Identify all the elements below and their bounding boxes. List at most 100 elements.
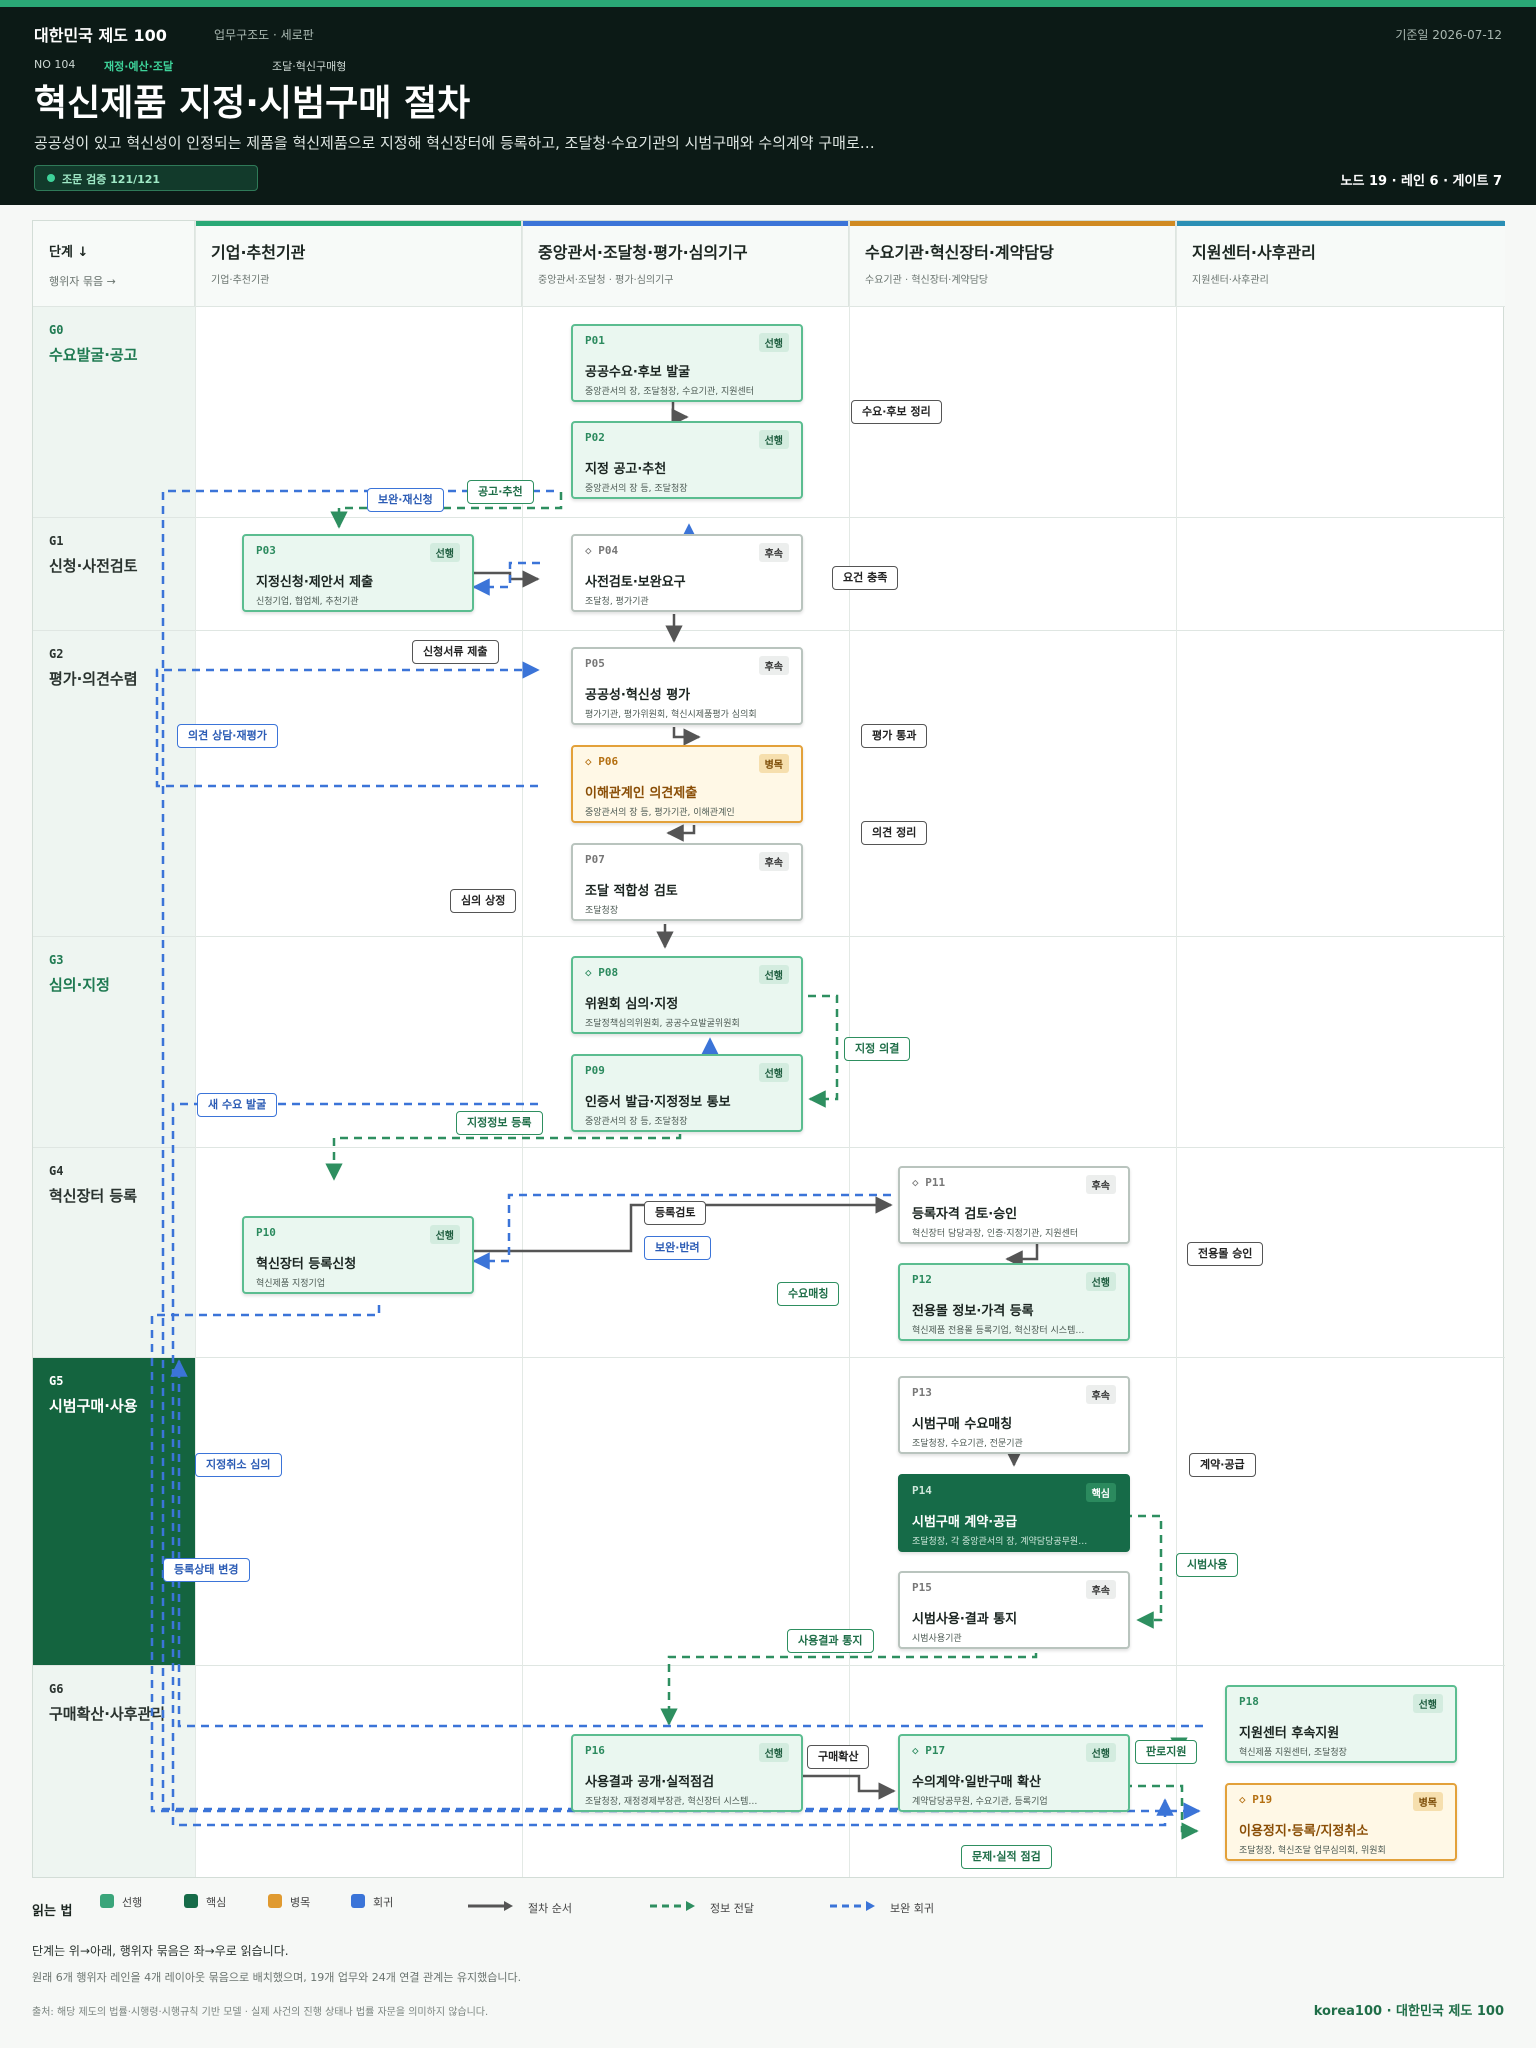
node-actors: 조달청장, 수요기관, 전문기관 [912, 1439, 1023, 1449]
node-id: P13 [912, 1386, 932, 1399]
node-title: 사용결과 공개·실적점검 [585, 1775, 715, 1790]
edge-label: 수요·후보 정리 [851, 400, 942, 424]
process-node-p02[interactable]: P02 선행 지정 공고·추천 중앙관서의 장 등, 조달청장 [571, 421, 803, 499]
legend-label: 회귀 [373, 1896, 394, 1909]
layout-note: 원래 6개 행위자 레인을 4개 레이아웃 묶음으로 배치했으며, 19개 업무… [32, 1971, 522, 1984]
process-node-p09[interactable]: P09 선행 인증서 발급·지정정보 통보 중앙관서의 장 등, 조달청장 [571, 1054, 803, 1132]
verify-badge-label: 조문 검증 121/121 [62, 173, 161, 186]
node-actors: 혁신제품 지원센터, 조달청장 [1239, 1748, 1347, 1758]
node-id: P15 [912, 1581, 932, 1594]
node-kind-badge: 병목 [758, 754, 789, 773]
process-node-p10[interactable]: P10 선행 혁신장터 등록신청 혁신제품 지정기업 [242, 1216, 474, 1294]
legend-swatch-bottleneck [268, 1894, 282, 1908]
process-node-p17[interactable]: ◇ P17 선행 수의계약·일반구매 확산 계약담당공무원, 수요기관, 등록기… [898, 1734, 1130, 1812]
process-node-p06[interactable]: ◇ P06 병목 이해관계인 의견제출 중앙관서의 장 등, 평가기관, 이해관… [571, 745, 803, 823]
node-kind-badge: 후속 [758, 543, 789, 562]
node-actors: 중앙관서의 장, 조달청장, 수요기관, 지원센터 [585, 387, 755, 397]
node-kind-badge: 후속 [1085, 1580, 1116, 1599]
node-kind-badge: 후속 [1085, 1385, 1116, 1404]
node-actors: 혁신제품 지정기업 [256, 1279, 326, 1289]
node-id: P01 [585, 334, 605, 347]
node-id: ◇ P17 [912, 1744, 946, 1757]
node-id: ◇ P08 [585, 966, 619, 979]
node-id: P10 [256, 1226, 276, 1239]
node-actors: 조달청, 평가기관 [585, 597, 649, 607]
node-kind-badge: 선행 [758, 965, 789, 984]
node-actors: 혁신제품 전용몰 등록기업, 혁신장터 시스템… [912, 1326, 1085, 1336]
legend-title: 읽는 법 [32, 1904, 73, 1919]
legend-line-regression-icon [830, 1901, 875, 1911]
node-kind-badge: 후속 [758, 656, 789, 675]
node-title: 이용정지·등록/지정취소 [1239, 1824, 1369, 1839]
reading-note: 단계는 위→아래, 행위자 묶음은 좌→우로 읽습니다. [32, 1944, 289, 1958]
process-node-p07[interactable]: P07 후속 조달 적합성 검토 조달청장 [571, 843, 803, 921]
node-id: ◇ P11 [912, 1176, 946, 1189]
edge-label: 의견 정리 [861, 821, 928, 845]
process-node-p13[interactable]: P13 후속 시범구매 수요매칭 조달청장, 수요기관, 전문기관 [898, 1376, 1130, 1454]
node-id: P07 [585, 853, 605, 866]
process-node-p03[interactable]: P03 선행 지정신청·제안서 제출 신청기업, 협업체, 추천기관 [242, 534, 474, 612]
edge-label: 수요매칭 [777, 1282, 840, 1306]
edge-label: 지정 의결 [844, 1037, 911, 1061]
node-title: 지정신청·제안서 제출 [256, 575, 374, 590]
type-label: 조달·혁신구매형 [272, 60, 347, 73]
legend-swatch-regression [351, 1894, 365, 1908]
process-node-p11[interactable]: ◇ P11 후속 등록자격 검토·승인 혁신장터 담당과장, 인증·지정기관, … [898, 1166, 1130, 1244]
node-actors: 중앙관서의 장 등, 조달청장 [585, 1117, 688, 1127]
node-title: 수의계약·일반구매 확산 [912, 1775, 1042, 1790]
edge-label: 판로지원 [1135, 1740, 1198, 1764]
node-id: P03 [256, 544, 276, 557]
legend-label: 선행 [122, 1896, 143, 1909]
legend-label: 핵심 [206, 1896, 227, 1909]
edge-label: 지정정보 등록 [456, 1111, 543, 1135]
node-actors: 혁신장터 담당과장, 인증·지정기관, 지원센터 [912, 1229, 1079, 1239]
edge-label: 공고·추천 [467, 480, 534, 504]
process-node-p01[interactable]: P01 선행 공공수요·후보 발굴 중앙관서의 장, 조달청장, 수요기관, 지… [571, 324, 803, 402]
source-note: 출처: 해당 제도의 법률·시행령·시행규칙 기반 모델 · 실제 사건의 진행… [32, 2007, 489, 2018]
node-id: ◇ P04 [585, 544, 619, 557]
node-id: P12 [912, 1273, 932, 1286]
process-node-p04[interactable]: ◇ P04 후속 사전검토·보완요구 조달청, 평가기관 [571, 534, 803, 612]
page-title: 혁신제품 지정·시범구매 절차 [34, 83, 471, 124]
node-actors: 계약담당공무원, 수요기관, 등록기업 [912, 1797, 1048, 1807]
edge-label: 의견 상담·재평가 [177, 724, 278, 748]
node-title: 혁신장터 등록신청 [256, 1257, 357, 1272]
node-actors: 조달청장, 혁신조달 업무심의회, 위원회 [1239, 1846, 1386, 1856]
process-node-p08[interactable]: ◇ P08 선행 위원회 심의·지정 조달정책심의위원회, 공공수요발굴위원회 [571, 956, 803, 1034]
node-id: P02 [585, 431, 605, 444]
process-node-p19[interactable]: ◇ P19 병목 이용정지·등록/지정취소 조달청장, 혁신조달 업무심의회, … [1225, 1783, 1457, 1861]
verify-badge: 조문 검증 121/121 [34, 165, 258, 191]
edge-label: 평가 통과 [861, 724, 928, 748]
node-id: P05 [585, 657, 605, 670]
node-id: ◇ P19 [1239, 1793, 1273, 1806]
process-node-p12[interactable]: P12 선행 전용몰 정보·가격 등록 혁신제품 전용몰 등록기업, 혁신장터 … [898, 1263, 1130, 1341]
status-dot-icon [47, 174, 55, 182]
node-actors: 조달정책심의위원회, 공공수요발굴위원회 [585, 1019, 740, 1029]
process-node-p18[interactable]: P18 선행 지원센터 후속지원 혁신제품 지원센터, 조달청장 [1225, 1685, 1457, 1763]
edge-label: 보완·반려 [644, 1236, 711, 1260]
node-actors: 시범사용기관 [912, 1634, 962, 1644]
node-kind-badge: 선행 [1085, 1272, 1116, 1291]
node-title: 지정 공고·추천 [585, 462, 667, 477]
process-node-p16[interactable]: P16 선행 사용결과 공개·실적점검 조달청장, 재정경제부장관, 혁신장터 … [571, 1734, 803, 1812]
node-title: 조달 적합성 검토 [585, 884, 678, 899]
legend-line-info-icon [650, 1901, 695, 1911]
node-actors: 조달청장 [585, 906, 619, 916]
diagram-stats: 노드 19 · 레인 6 · 게이트 7 [1340, 174, 1502, 189]
page-header: 대한민국 제도 100 업무구조도 · 세로판 기준일 2026-07-12 N… [0, 0, 1536, 205]
process-node-p15[interactable]: P15 후속 시범사용·결과 통지 시범사용기관 [898, 1571, 1130, 1649]
edge-label: 계약·공급 [1189, 1453, 1256, 1477]
process-node-p05[interactable]: P05 후속 공공성·혁신성 평가 평가기관, 평가위원회, 혁신시제품평가 심… [571, 647, 803, 725]
node-kind-badge: 후속 [758, 852, 789, 871]
legend-line-sequence-icon [468, 1901, 513, 1911]
edge-label: 문제·실적 점검 [961, 1845, 1052, 1869]
node-title: 이해관계인 의견제출 [585, 786, 698, 801]
node-title: 시범구매 수요매칭 [912, 1417, 1013, 1432]
node-kind-badge: 선행 [1412, 1694, 1443, 1713]
process-node-p14[interactable]: P14 핵심 시범구매 계약·공급 조달청장, 각 중앙관서의 장, 계약담당공… [898, 1474, 1130, 1552]
edge-label: 시범사용 [1176, 1553, 1239, 1577]
edge-label: 심의 상정 [450, 889, 517, 913]
node-kind-badge: 선행 [758, 1063, 789, 1082]
doc-number: NO 104 [34, 58, 76, 71]
node-kind-badge: 선행 [1085, 1743, 1116, 1762]
